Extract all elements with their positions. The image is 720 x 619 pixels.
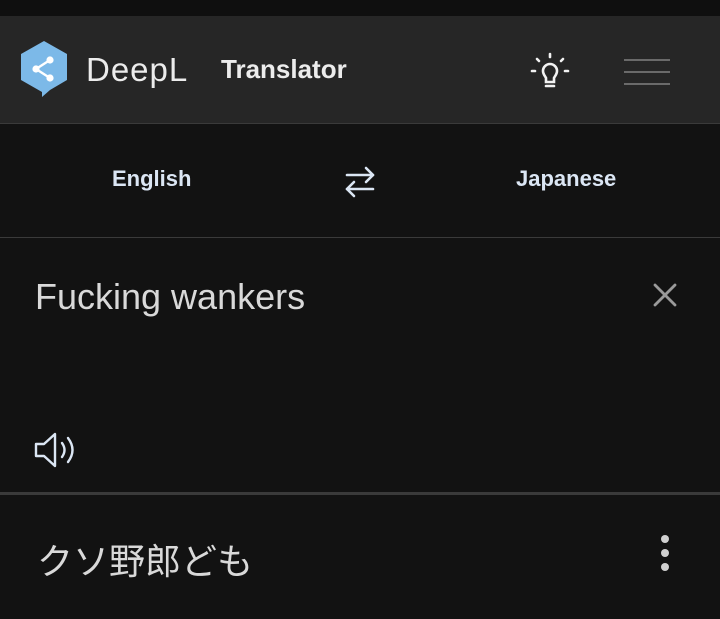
- target-language-button[interactable]: Japanese: [516, 166, 616, 192]
- product-name: Translator: [221, 54, 347, 84]
- swap-arrows-icon[interactable]: [340, 162, 380, 202]
- app-header: DeepL Translator: [0, 16, 720, 124]
- deepl-logo-icon[interactable]: [18, 39, 70, 99]
- brand-name: DeepL: [86, 51, 189, 88]
- translation-text: クソ野郎ども: [37, 542, 254, 583]
- status-strip: [0, 0, 720, 16]
- hamburger-menu-icon[interactable]: [624, 56, 670, 88]
- translation-panel: クソ野郎ども: [0, 495, 720, 619]
- source-text-input[interactable]: Fucking wankers: [35, 276, 305, 318]
- close-icon[interactable]: [648, 278, 682, 312]
- language-selector-bar: English Japanese: [0, 124, 720, 238]
- lightbulb-icon[interactable]: [526, 48, 574, 96]
- speaker-icon[interactable]: [32, 428, 82, 472]
- source-text-panel[interactable]: Fucking wankers: [0, 238, 720, 495]
- more-vertical-icon[interactable]: [652, 533, 678, 573]
- source-language-button[interactable]: English: [112, 166, 191, 192]
